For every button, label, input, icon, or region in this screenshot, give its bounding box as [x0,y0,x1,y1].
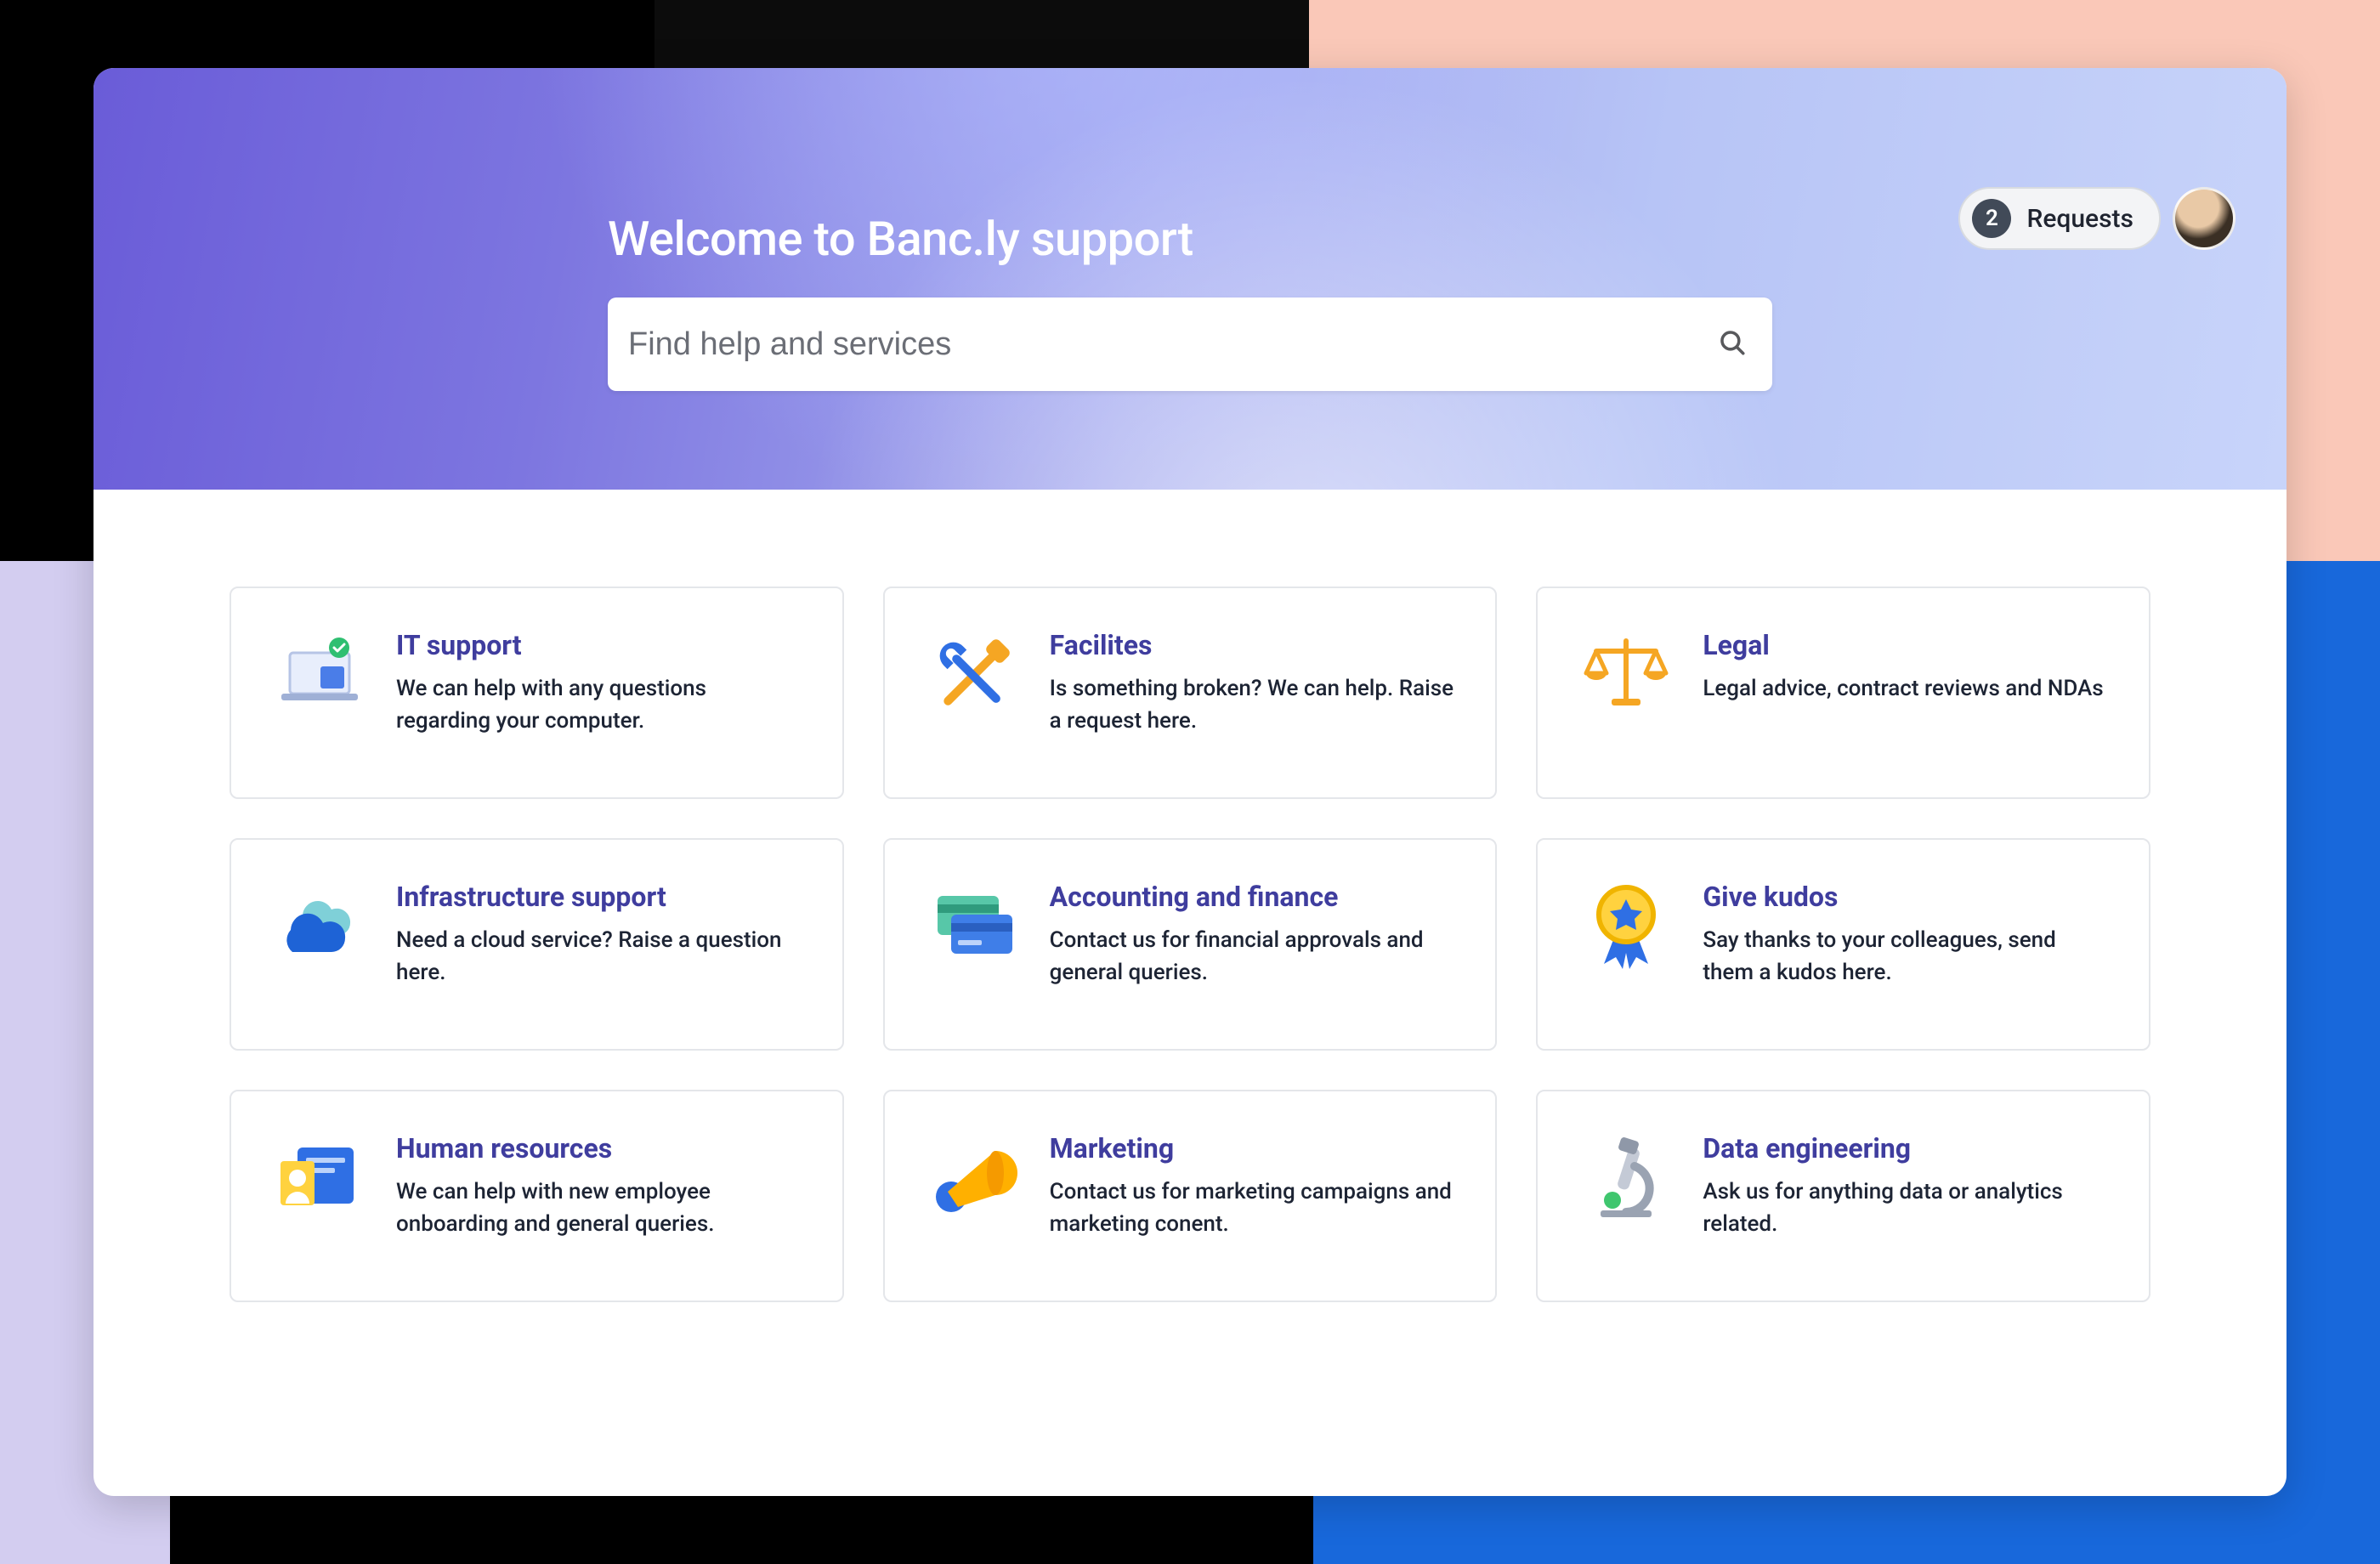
tools-icon [922,629,1024,731]
tile-facilities[interactable]: Facilites Is something broken? We can he… [883,586,1498,799]
decor-block [170,1496,1313,1564]
scales-icon [1575,629,1677,731]
tile-give-kudos[interactable]: Give kudos Say thanks to your colleagues… [1536,838,2150,1051]
tile-desc: Ask us for anything data or analytics re… [1703,1176,2111,1240]
tile-title: Data engineering [1703,1132,2111,1164]
search-input[interactable] [628,326,1718,363]
tile-desc: Contact us for marketing campaigns and m… [1050,1176,1459,1240]
search-bar[interactable] [608,298,1772,391]
requests-label: Requests [2026,204,2134,234]
tile-desc: We can help with new employee onboarding… [396,1176,805,1240]
tile-title: Accounting and finance [1050,881,1459,913]
tile-legal[interactable]: Legal Legal advice, contract reviews and… [1536,586,2150,799]
tile-human-resources[interactable]: Human resources We can help with new emp… [230,1090,844,1302]
microscope-icon [1575,1132,1677,1234]
tile-desc: Need a cloud service? Raise a question h… [396,925,805,989]
tile-desc: Say thanks to your colleagues, send them… [1703,925,2111,989]
tile-title: Give kudos [1703,881,2111,913]
laptop-check-icon [269,629,371,731]
tile-accounting-finance[interactable]: Accounting and finance Contact us for fi… [883,838,1498,1051]
tile-title: IT support [396,629,805,661]
tile-title: Marketing [1050,1132,1459,1164]
tile-desc: We can help with any questions regarding… [396,673,805,737]
cloud-icon [269,881,371,983]
tile-data-engineering[interactable]: Data engineering Ask us for anything dat… [1536,1090,2150,1302]
tile-title: Legal [1703,629,2111,661]
award-ribbon-icon [1575,881,1677,983]
tile-marketing[interactable]: Marketing Contact us for marketing campa… [883,1090,1498,1302]
support-portal-window: Welcome to Banc.ly support 2 Requests [94,68,2286,1496]
megaphone-icon [922,1132,1024,1234]
tile-title: Human resources [396,1132,805,1164]
requests-count-badge: 2 [1972,199,2011,238]
tile-title: Facilites [1050,629,1459,661]
avatar[interactable] [2173,187,2236,250]
tile-it-support[interactable]: IT support We can help with any question… [230,586,844,799]
tile-desc: Contact us for financial approvals and g… [1050,925,1459,989]
tile-desc: Legal advice, contract reviews and NDAs [1703,673,2111,706]
credit-cards-icon [922,881,1024,983]
requests-button[interactable]: 2 Requests [1958,187,2161,250]
hero-banner: Welcome to Banc.ly support 2 Requests [94,68,2286,490]
tile-desc: Is something broken? We can help. Raise … [1050,673,1459,737]
page-title: Welcome to Banc.ly support [608,211,1193,267]
tile-title: Infrastructure support [396,881,805,913]
search-icon [1718,328,1747,360]
category-grid: IT support We can help with any question… [230,586,2150,1302]
tile-infrastructure-support[interactable]: Infrastructure support Need a cloud serv… [230,838,844,1051]
id-card-icon [269,1132,371,1234]
